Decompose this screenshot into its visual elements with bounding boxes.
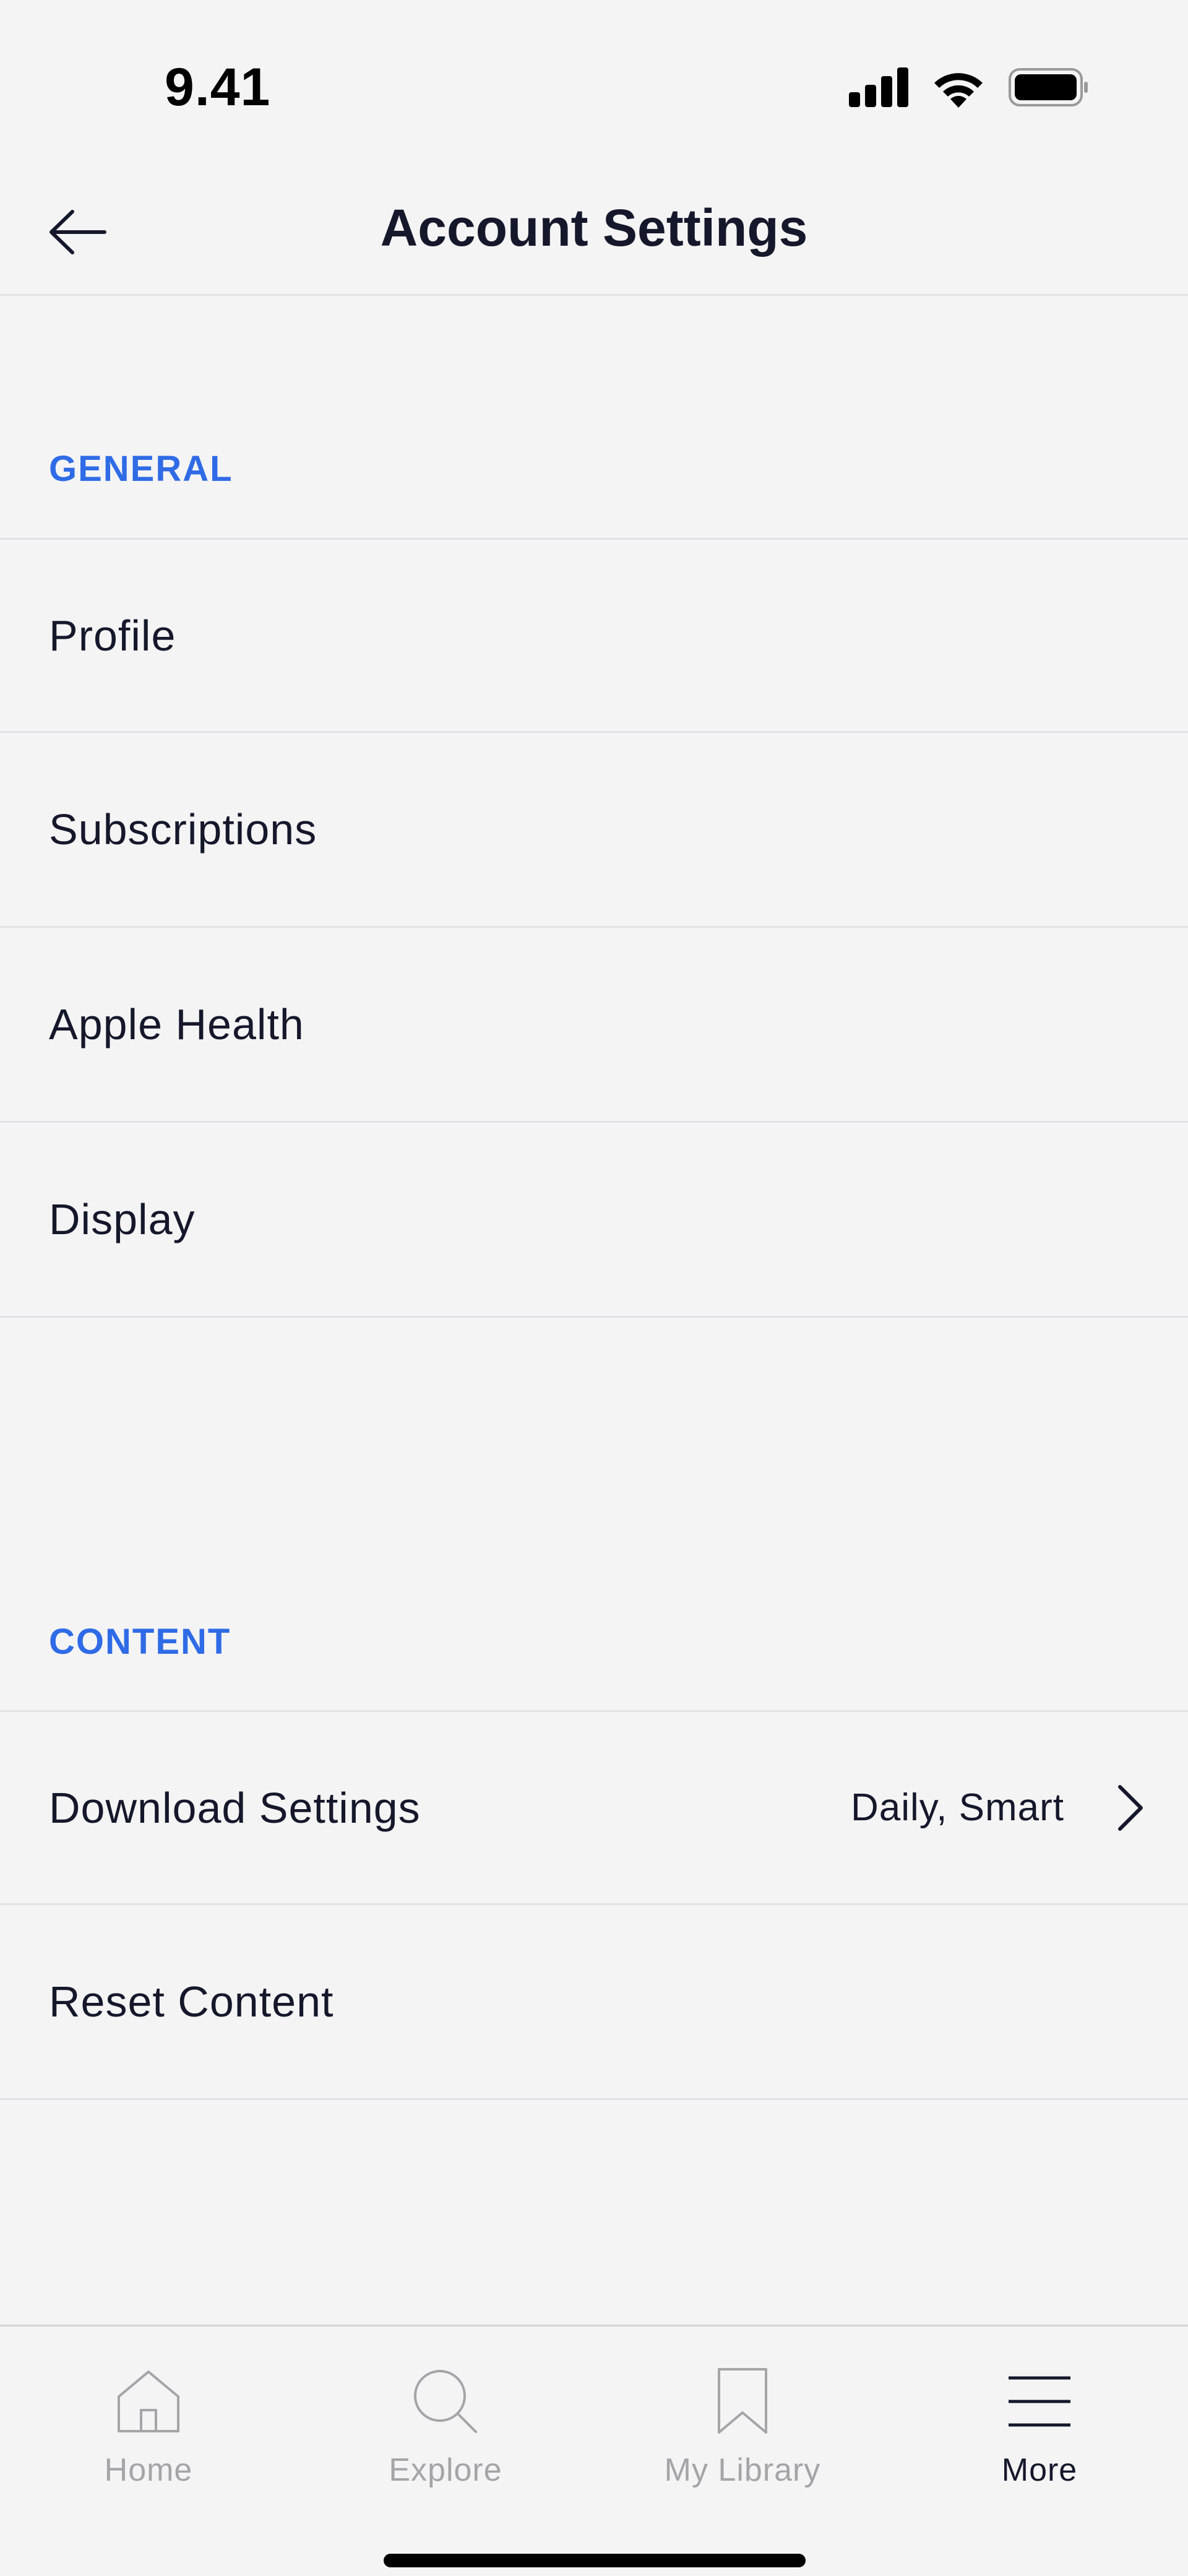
settings-row-display[interactable]: Display [0,1123,1188,1318]
tab-more[interactable]: More [891,2327,1188,2512]
tab-home[interactable]: Home [0,2327,297,2512]
account-settings-screen: 9.41 Account Settings GENERAL Profile Su… [0,0,1188,2576]
tab-label: Home [104,2452,193,2488]
status-time: 9.41 [165,58,271,117]
home-icon [116,2361,181,2442]
header: Account Settings [0,161,1188,296]
tab-explore[interactable]: Explore [297,2327,594,2512]
tab-label: My Library [664,2452,821,2488]
battery-icon [1009,68,1089,110]
search-icon [413,2361,478,2442]
tab-label: More [1001,2452,1078,2488]
tab-label: Explore [389,2452,502,2488]
settings-row-reset-content[interactable]: Reset Content [0,1905,1188,2100]
settings-row-profile[interactable]: Profile [0,538,1188,733]
download-settings-value: Daily, Smart [850,1786,1064,1829]
row-label: Download Settings [49,1783,421,1832]
chevron-right-icon [1116,1712,1145,1903]
bookmark-icon [717,2361,768,2442]
wifi-icon [931,67,986,111]
settings-row-subscriptions[interactable]: Subscriptions [0,733,1188,928]
settings-row-download-settings[interactable]: Download Settings Daily, Smart [0,1710,1188,1905]
section-label-general: GENERAL [49,449,233,489]
row-label: Reset Content [49,1977,334,2026]
row-label: Apple Health [49,1000,304,1048]
section-label-content: CONTENT [49,1622,231,1662]
home-indicator [384,2554,806,2567]
page-title: Account Settings [380,199,808,257]
row-label: Subscriptions [49,805,317,854]
menu-icon [1007,2361,1072,2442]
tab-my-library[interactable]: My Library [594,2327,891,2512]
row-label: Profile [49,611,176,660]
status-icons [849,67,1089,111]
cellular-signal-icon [849,67,908,110]
tab-bar: Home Explore My Library More [0,2325,1188,2576]
row-label: Display [49,1195,196,1243]
status-bar: 9.41 [0,0,1188,161]
settings-row-apple-health[interactable]: Apple Health [0,928,1188,1123]
